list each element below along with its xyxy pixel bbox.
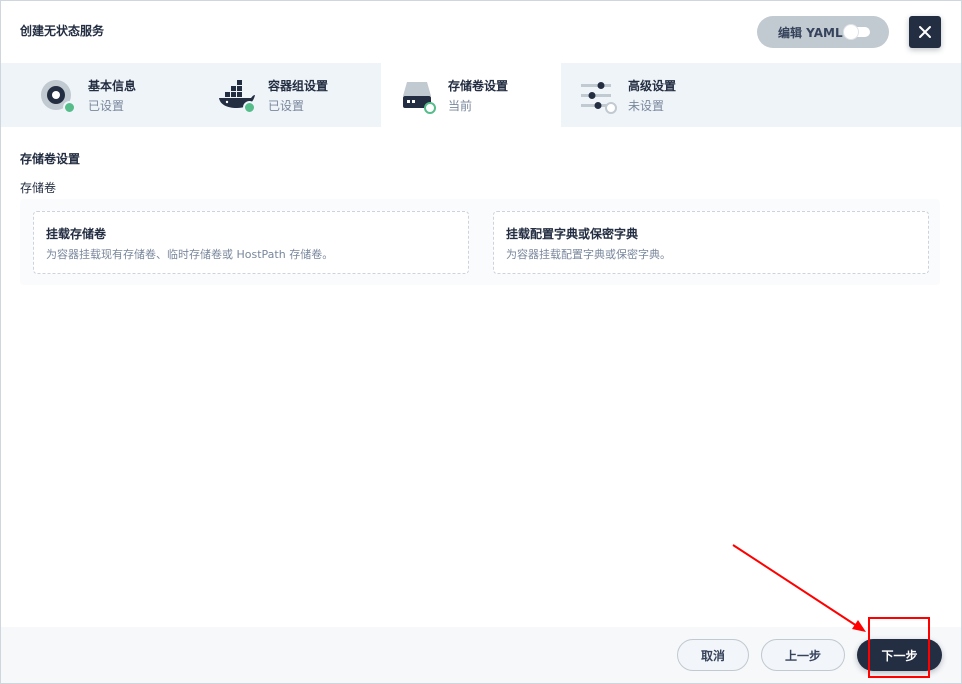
annotation-arrow-icon xyxy=(732,544,866,632)
annotation-highlight-box xyxy=(868,617,930,678)
